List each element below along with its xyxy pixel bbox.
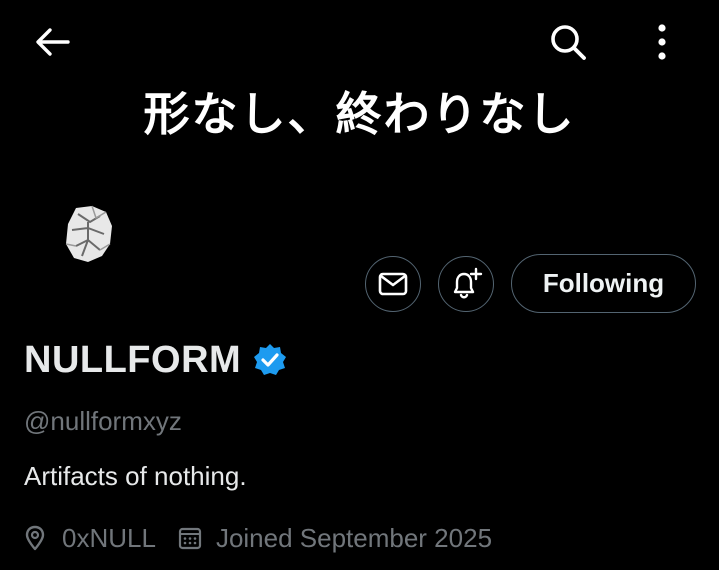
more-options-button[interactable] xyxy=(640,20,684,64)
profile-meta: 0xNULL Joined September 2025 xyxy=(24,520,492,556)
location-pin-icon xyxy=(24,525,50,551)
display-name: NULLFORM xyxy=(24,338,242,381)
profile-name-row: NULLFORM xyxy=(24,336,287,384)
envelope-icon xyxy=(378,272,408,296)
joined-text: Joined September 2025 xyxy=(215,522,493,553)
message-button[interactable] xyxy=(365,256,421,312)
verified-badge-icon[interactable] xyxy=(253,343,287,377)
search-button[interactable] xyxy=(546,20,590,64)
joined-item: Joined September 2025 xyxy=(178,523,492,554)
location-item: 0xNULL xyxy=(24,523,156,554)
profile-handle: @nullformxyz xyxy=(24,406,182,436)
calendar-icon xyxy=(178,525,204,551)
profile-bio: Artifacts of nothing. xyxy=(24,461,247,491)
search-icon xyxy=(551,25,586,60)
banner-text: 形なし、終わりなし xyxy=(143,87,576,141)
arrow-left-icon xyxy=(36,28,70,56)
more-vertical-icon xyxy=(658,24,666,60)
following-button[interactable]: Following xyxy=(511,254,696,313)
notify-button[interactable] xyxy=(438,256,494,312)
avatar[interactable] xyxy=(58,200,118,270)
crumpled-paper-logo-icon xyxy=(65,205,112,262)
back-button[interactable] xyxy=(30,22,74,62)
top-bar xyxy=(0,0,719,90)
bell-plus-icon xyxy=(453,267,483,299)
location-text: 0xNULL xyxy=(62,522,156,553)
